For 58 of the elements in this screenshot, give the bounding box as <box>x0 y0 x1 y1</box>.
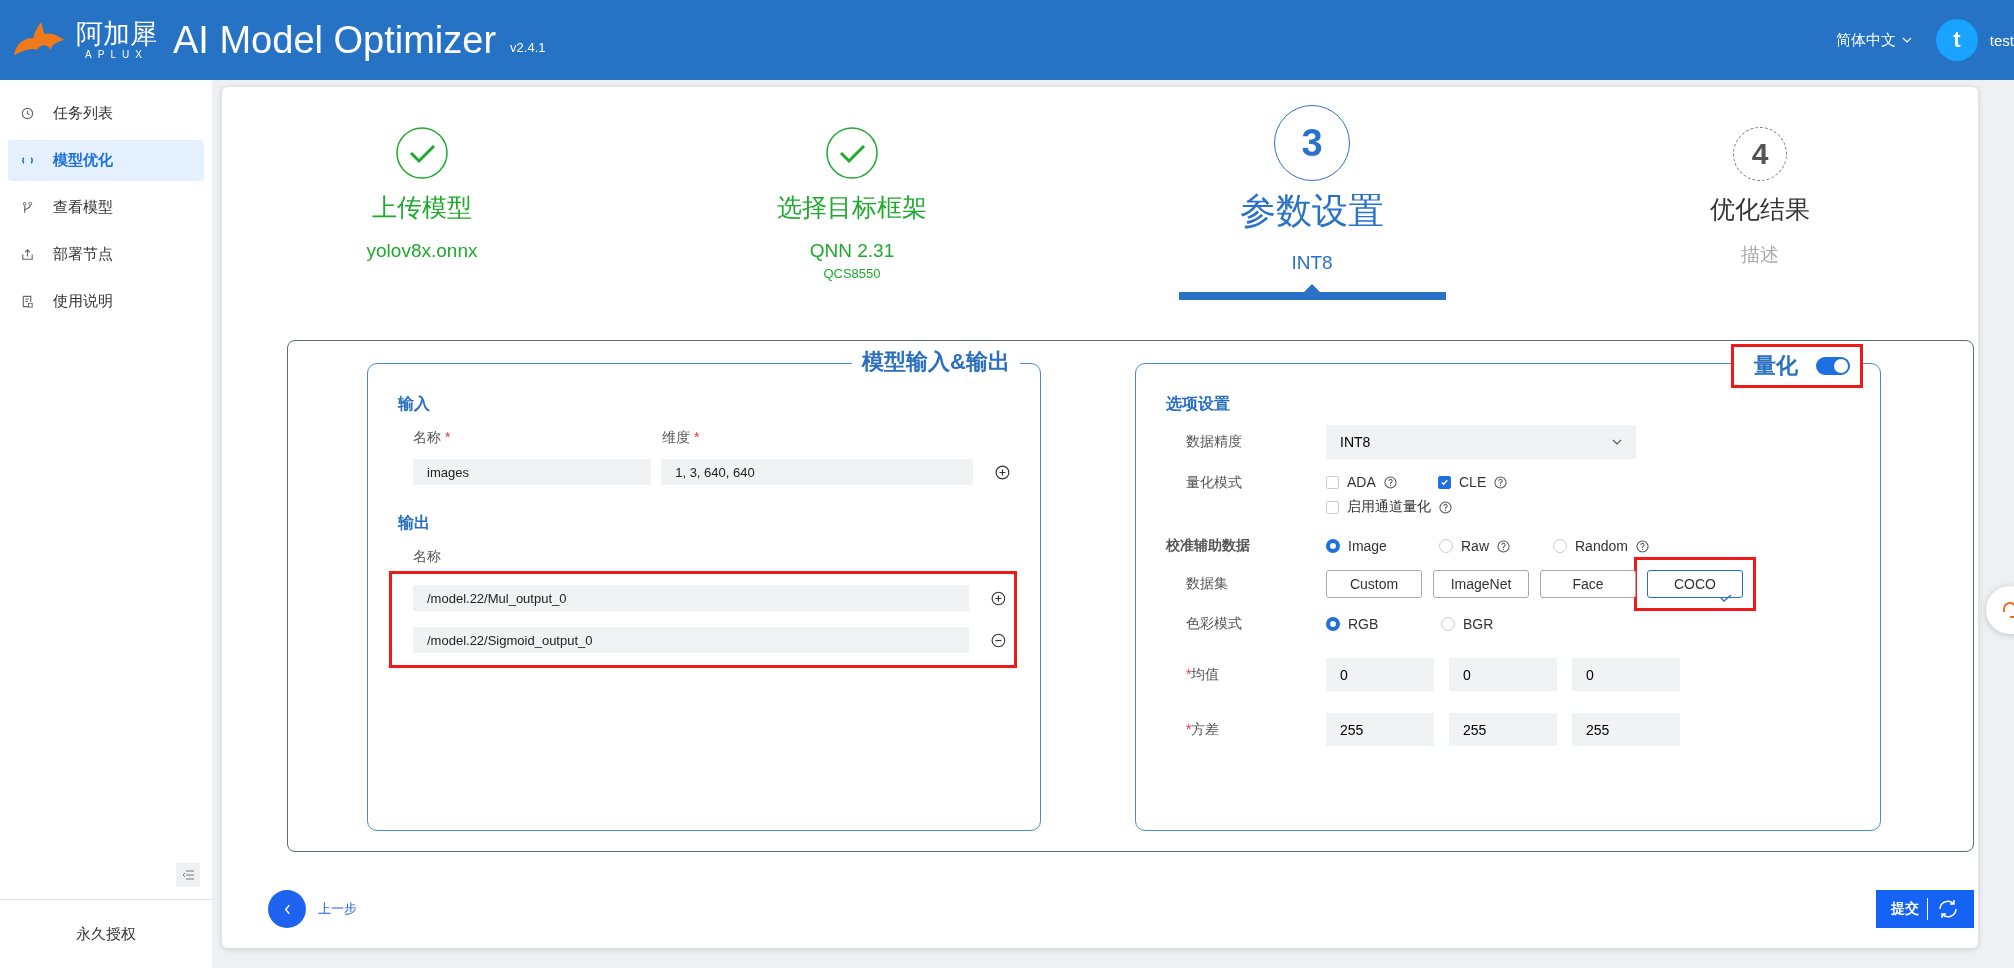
step-subtitle: 描述 <box>1741 243 1779 267</box>
brand-name: 阿加犀 <box>76 20 157 48</box>
precision-select[interactable]: INT8 <box>1326 425 1636 459</box>
sidebar-item[interactable]: 查看模型 <box>8 187 204 228</box>
dataset-option[interactable]: ImageNet <box>1433 570 1529 598</box>
input-dims-field[interactable]: 1, 3, 640, 640 <box>661 459 974 485</box>
field-label: 色彩模式 <box>1186 615 1243 633</box>
variance-field[interactable]: 255 <box>1326 713 1434 746</box>
mean-field[interactable]: 0 <box>1449 658 1557 691</box>
checkbox-label: ADA <box>1347 474 1376 490</box>
output-name-field[interactable]: /model.22/Mul_output_0 <box>413 585 970 611</box>
mean-field[interactable]: 0 <box>1572 658 1680 691</box>
radio-label: BGR <box>1463 616 1494 632</box>
input-name-field[interactable]: images <box>413 459 652 485</box>
step-subtitle: yolov8x.onnx <box>366 240 478 262</box>
sidebar-item[interactable]: 部署节点 <box>8 234 204 275</box>
radio-label: Raw <box>1461 538 1489 554</box>
radio-label: Image <box>1348 538 1387 554</box>
step-title: 选择目标框架 <box>777 192 927 223</box>
variance-field[interactable]: 255 <box>1449 713 1557 746</box>
mean-field[interactable]: 0 <box>1326 658 1434 691</box>
radio-label: RGB <box>1348 616 1379 632</box>
field-label: *均值 <box>1186 665 1220 682</box>
field-label: 数据集 <box>1186 575 1229 593</box>
version-label: v2.4.1 <box>510 39 546 55</box>
dataset-option[interactable]: Custom <box>1326 570 1422 598</box>
license-label: 永久授权 <box>0 899 212 968</box>
section-heading: 输入 <box>398 394 431 414</box>
field-label: 量化模式 <box>1186 473 1243 492</box>
field-label: 数据精度 <box>1186 433 1243 451</box>
step-subtitle: INT8 <box>1291 252 1333 274</box>
step-title: 参数设置 <box>1240 189 1384 233</box>
app-title: AI Model Optimizer <box>173 18 497 62</box>
step-title: 优化结果 <box>1710 194 1810 225</box>
section-heading: 选项设置 <box>1166 394 1231 414</box>
sidebar-item[interactable]: 任务列表 <box>8 93 204 134</box>
field-label: 名称 <box>413 548 441 566</box>
language-selector[interactable]: 简体中文 <box>1835 30 1912 50</box>
section-heading: 输出 <box>398 513 431 533</box>
step-title: 上传模型 <box>372 192 472 223</box>
step-subtitle: QNN 2.31 <box>809 240 895 262</box>
back-link[interactable]: 上一步 <box>318 900 357 918</box>
brand-subtitle: APLUX <box>85 49 148 60</box>
radio-label: Random <box>1575 538 1628 554</box>
field-label: 名称 * <box>413 429 451 445</box>
username[interactable]: test <box>1989 31 2014 49</box>
dataset-option[interactable]: Face <box>1540 570 1636 598</box>
checkbox-label: 启用通道量化 <box>1347 498 1431 516</box>
sidebar-item[interactable]: 模型优化 <box>8 140 204 181</box>
submit-button[interactable]: 提交 <box>1876 890 1974 928</box>
sidebar-item[interactable]: 使用说明 <box>8 281 204 322</box>
section-heading: 校准辅助数据 <box>1166 537 1251 555</box>
variance-field[interactable]: 255 <box>1572 713 1680 746</box>
field-label: 维度 * <box>662 429 700 447</box>
output-name-field[interactable]: /model.22/Sigmoid_output_0 <box>413 627 970 653</box>
step-note: QCS8550 <box>823 266 881 281</box>
field-label: *方差 <box>1186 720 1220 737</box>
checkbox-label: CLE <box>1459 474 1487 490</box>
